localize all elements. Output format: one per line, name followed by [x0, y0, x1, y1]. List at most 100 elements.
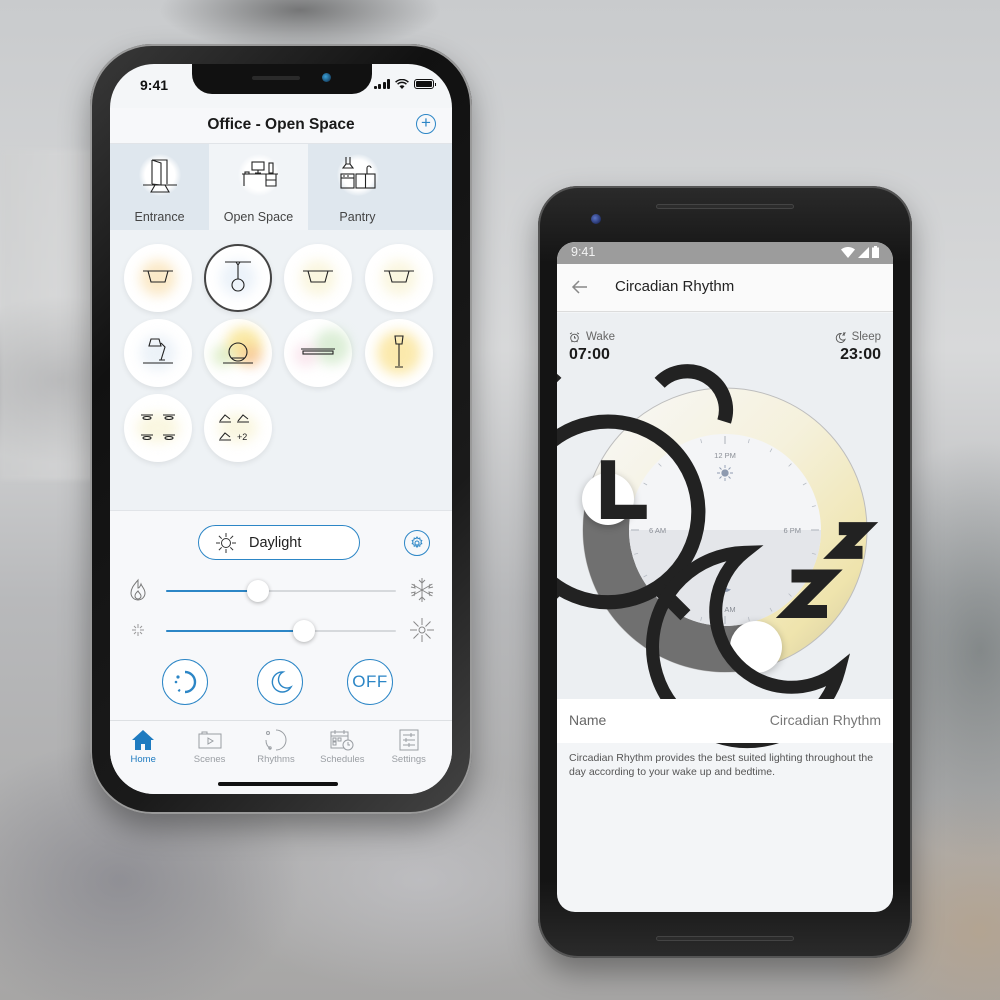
name-label: Name [569, 712, 607, 728]
app-bar: Circadian Rhythm [557, 264, 893, 312]
flame-icon [130, 578, 146, 601]
tab-label: Home [130, 754, 156, 765]
home-indicator[interactable] [218, 782, 338, 786]
brightness-slider[interactable] [126, 616, 436, 646]
sleep-time-value: 23:00 [840, 346, 881, 363]
light-tile[interactable] [284, 319, 352, 387]
snowflake-icon [410, 578, 434, 602]
slider-fill [166, 630, 304, 632]
moon-sleep-icon [646, 522, 879, 748]
control-panel: Daylight OFF [110, 510, 452, 720]
night-button[interactable] [257, 659, 303, 705]
light-tile[interactable] [365, 319, 433, 387]
sleep-time[interactable]: Sleep 23:00 [835, 331, 881, 364]
kitchen-icon [337, 154, 379, 196]
bright-sun-icon [410, 618, 434, 642]
light-tile[interactable] [124, 244, 192, 312]
status-time: 9:41 [571, 245, 596, 259]
ceiling-light-icon [384, 270, 414, 283]
slider-track [166, 580, 396, 602]
light-tile[interactable] [284, 244, 352, 312]
android-screen: 9:41 Circadian Rhythm Wake 07:00 Sleep 2… [557, 242, 893, 912]
name-field[interactable]: Name Circadian Rhythm [557, 699, 893, 743]
tab-label: Rhythms [257, 754, 295, 765]
sleep-handle[interactable] [646, 522, 879, 748]
gear-icon [411, 536, 423, 549]
sun-icon [216, 532, 236, 553]
room-label: Open Space [223, 210, 294, 224]
room-tab-pantry[interactable]: Pantry [308, 144, 407, 230]
tab-label: Settings [391, 754, 426, 765]
room-tab-open-space[interactable]: Open Space [209, 144, 308, 230]
light-tile[interactable]: +2 [204, 394, 272, 462]
desk-lamp-icon [143, 338, 173, 364]
notch [192, 64, 372, 94]
signal-icon [373, 79, 390, 89]
slider-track [166, 620, 396, 642]
color-temperature-slider[interactable] [126, 576, 436, 606]
floor-lamp-icon [394, 335, 404, 368]
scene-selector[interactable]: Daylight [198, 525, 360, 560]
scenes-icon [198, 731, 222, 749]
home-icon [132, 730, 155, 750]
slider-thumb[interactable] [247, 580, 269, 602]
scene-settings-button[interactable] [404, 530, 430, 556]
desk-icon [238, 154, 280, 196]
tab-settings[interactable]: Settings [376, 721, 442, 794]
plus-circle-icon: + [421, 113, 431, 132]
dim-sun-icon [132, 624, 144, 636]
battery-icon [872, 246, 879, 258]
light-tile[interactable] [365, 244, 433, 312]
globe-lamp-icon [223, 342, 253, 364]
name-value: Circadian Rhythm [769, 712, 881, 728]
circadian-dial: 12 PM 6 PM 12 AM 6 AM [557, 363, 879, 748]
cell-signal-icon [858, 246, 869, 258]
slider-fill [166, 590, 258, 592]
moon-sleep-icon [835, 332, 846, 343]
off-label: OFF [352, 672, 388, 691]
page-title: Circadian Rhythm [615, 278, 735, 295]
battery-icon [414, 79, 436, 89]
iphone-screen: 9:41 Office - Open Space + Entrance Open… [110, 64, 452, 794]
more-lights-badge: +2 [237, 432, 247, 442]
ceiling-light-icon [143, 270, 173, 283]
spotlights-group-icon: +2 [219, 414, 249, 442]
tab-label: Scenes [193, 754, 226, 765]
status-time: 9:41 [140, 77, 169, 93]
wake-label: Wake [586, 331, 615, 343]
tab-home[interactable]: Home [110, 721, 176, 794]
light-tile[interactable] [204, 244, 272, 312]
light-grid: +2 [110, 230, 452, 510]
moon-icon [271, 671, 293, 693]
alarm-clock-icon [569, 331, 580, 342]
front-camera [591, 214, 601, 224]
add-button[interactable]: + [416, 114, 436, 134]
top-speaker [656, 204, 794, 209]
light-tile[interactable] [124, 319, 192, 387]
linear-light-icon [301, 348, 335, 355]
status-bar: 9:41 [557, 242, 893, 264]
light-tile[interactable] [124, 394, 192, 462]
iphone-device: 9:41 Office - Open Space + Entrance Open… [90, 44, 472, 814]
page-title: Office - Open Space [207, 116, 355, 133]
wifi-icon [841, 246, 855, 258]
bottom-speaker [656, 936, 794, 941]
light-tile[interactable] [204, 319, 272, 387]
slider-thumb[interactable] [293, 620, 315, 642]
wifi-icon [395, 79, 409, 89]
room-tabs: Entrance Open Space Pantry [110, 144, 452, 230]
android-device: 9:41 Circadian Rhythm Wake 07:00 Sleep 2… [538, 186, 912, 958]
door-icon [139, 154, 181, 196]
settings-sliders-icon [399, 729, 419, 751]
pendant-light-icon [225, 261, 251, 292]
speaker [252, 76, 300, 80]
scene-label: Daylight [249, 534, 302, 551]
back-arrow-icon[interactable] [569, 276, 591, 298]
room-label: Pantry [339, 210, 376, 224]
room-tab-entrance[interactable]: Entrance [110, 144, 209, 230]
rhythm-button[interactable] [162, 659, 208, 705]
downlights-group-icon [141, 414, 175, 441]
rhythm-description: Circadian Rhythm provides the best suite… [569, 752, 874, 778]
room-label: Entrance [134, 210, 185, 224]
off-button[interactable]: OFF [347, 659, 393, 705]
